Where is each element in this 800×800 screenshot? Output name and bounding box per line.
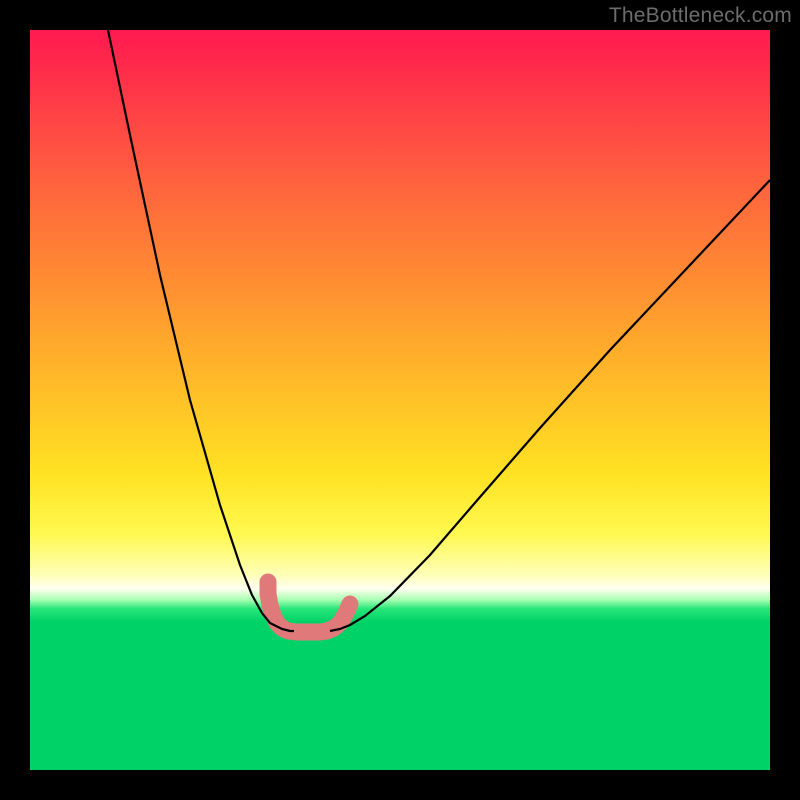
curve-layer xyxy=(30,30,770,770)
valley-marker xyxy=(268,582,350,632)
watermark-text: TheBottleneck.com xyxy=(609,4,792,28)
plot-area xyxy=(30,30,770,770)
left-curve xyxy=(108,30,294,631)
chart-frame: TheBottleneck.com xyxy=(0,0,800,800)
right-curve xyxy=(330,180,770,631)
